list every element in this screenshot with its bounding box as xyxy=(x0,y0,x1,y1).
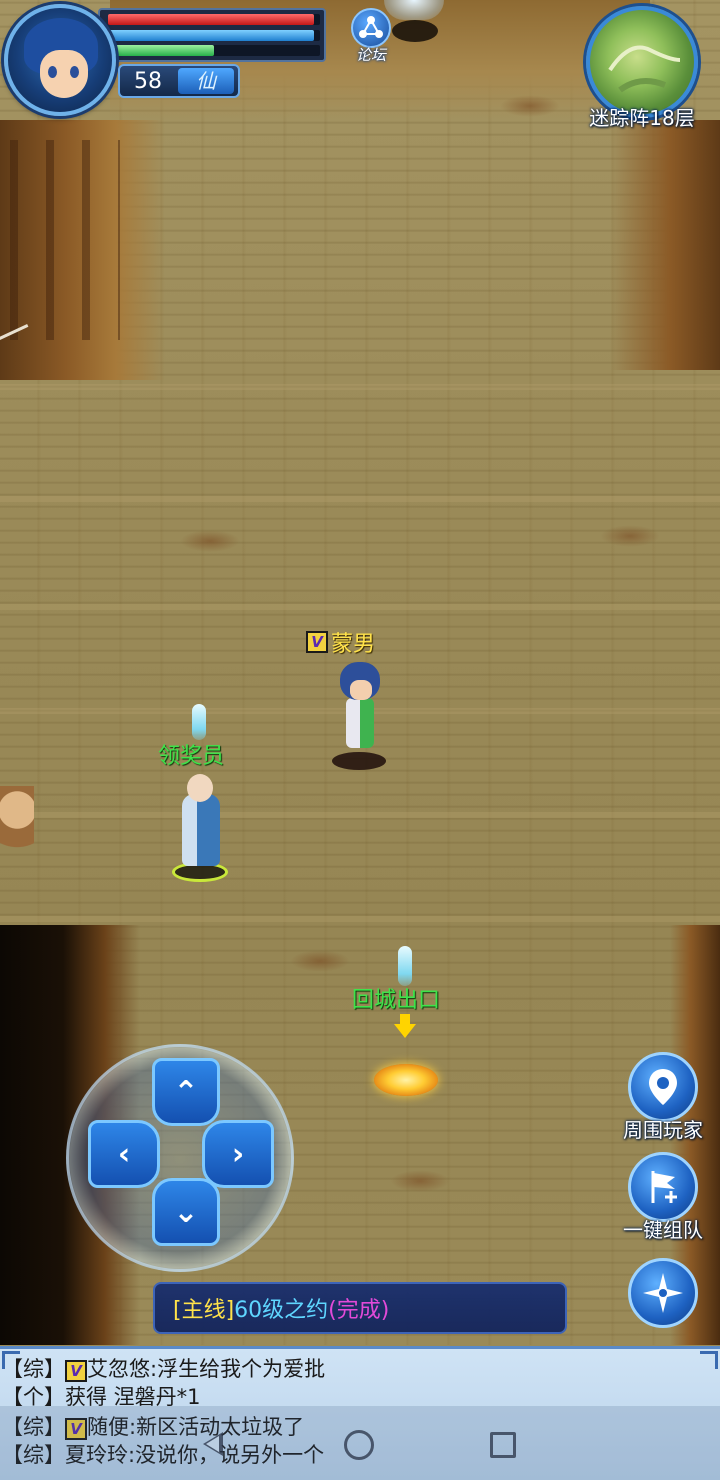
nearby-players-label: 周围玩家 xyxy=(623,1118,703,1142)
quest-status: (完成) xyxy=(328,1298,390,1323)
mp-bar xyxy=(108,30,314,41)
chevron-up-icon: ⌃ xyxy=(173,1074,199,1110)
ground-stripe xyxy=(0,916,720,922)
chat-channel: 【综】 xyxy=(2,1357,65,1381)
flag-plus-icon xyxy=(628,1152,698,1222)
player-avatar[interactable] xyxy=(4,4,116,116)
chat-message: 【综】 V 艾忽悠:浮生给我个为爱批 xyxy=(2,1355,325,1383)
ground-rock xyxy=(180,530,240,552)
dpad-right-button[interactable]: › xyxy=(202,1120,274,1188)
class-badge: 仙 xyxy=(178,68,234,94)
vip-badge-icon: V xyxy=(306,631,328,653)
forum-button[interactable]: 论坛 xyxy=(346,8,396,64)
down-arrow-icon xyxy=(394,1014,416,1038)
compass-star-icon xyxy=(628,1258,698,1328)
npc-head xyxy=(187,774,213,802)
quest-name: 60级之约 xyxy=(234,1298,329,1323)
avatar-eye xyxy=(48,66,57,78)
ground-rock xyxy=(500,95,560,117)
quest-tag: [主线] xyxy=(173,1298,235,1323)
back-icon[interactable] xyxy=(203,1432,223,1456)
ground-rock xyxy=(290,950,350,972)
quest-beam-icon xyxy=(192,704,206,740)
dpad-up-button[interactable]: ⌃ xyxy=(152,1058,220,1126)
player-name: 蒙男 xyxy=(331,632,376,657)
npc-robe xyxy=(182,794,220,866)
quick-team-button[interactable]: 一键组队 xyxy=(611,1152,715,1243)
location-pin-icon xyxy=(628,1052,698,1122)
player-character[interactable] xyxy=(330,662,390,772)
level-display: 58 仙 xyxy=(118,64,240,98)
forum-network-icon xyxy=(351,8,391,48)
ground-stripe xyxy=(0,812,720,818)
offscreen-npc-sprite[interactable] xyxy=(0,786,34,866)
nearby-players-button[interactable]: 周围玩家 xyxy=(611,1052,715,1143)
avatar-eye xyxy=(70,66,79,78)
character-shadow xyxy=(332,752,386,770)
chat-text: 艾忽悠:浮生给我个为爱批 xyxy=(87,1357,326,1381)
home-icon[interactable] xyxy=(344,1430,374,1460)
system-navigation-bar xyxy=(0,1406,720,1480)
dpad-down-button[interactable]: ⌄ xyxy=(152,1178,220,1246)
ground-stripe xyxy=(0,496,720,502)
minimap[interactable] xyxy=(586,6,698,118)
compass-button[interactable] xyxy=(611,1258,715,1328)
dpad-left-button[interactable]: ‹ xyxy=(88,1120,160,1188)
ground-rock xyxy=(600,525,660,547)
chevron-left-icon: ‹ xyxy=(117,1136,131,1172)
npc-name-reward: 领奖员 xyxy=(158,744,225,769)
ground-stripe xyxy=(0,604,720,610)
hp-bar xyxy=(108,14,314,25)
quick-team-label: 一键组队 xyxy=(623,1218,703,1242)
ground-rock xyxy=(390,1170,450,1192)
exit-portal-label: 回城出口 xyxy=(352,988,441,1013)
chat-corner-ornament xyxy=(700,1351,718,1369)
chevron-down-icon: ⌄ xyxy=(173,1194,199,1230)
avatar-face xyxy=(40,50,88,98)
ground-stripe xyxy=(0,384,720,390)
vip-badge-icon: V xyxy=(65,1360,87,1382)
location-name: 迷踪阵18层 xyxy=(589,106,695,130)
recent-apps-icon[interactable] xyxy=(490,1432,516,1458)
quest-tracker[interactable]: [主线] 60级之约 (完成) xyxy=(153,1282,567,1334)
exit-portal[interactable] xyxy=(374,1064,438,1096)
xp-bar xyxy=(108,45,214,56)
level-number: 58 xyxy=(134,68,162,94)
chevron-right-icon: › xyxy=(231,1136,245,1172)
character-body xyxy=(346,698,374,748)
right-cliff-upper xyxy=(610,120,720,370)
character-face xyxy=(350,680,372,700)
forum-label: 论坛 xyxy=(355,46,386,64)
npc-reward-officer[interactable] xyxy=(170,774,230,886)
exit-beam-icon xyxy=(398,946,412,986)
player-nameplate: V 蒙男 xyxy=(306,628,376,657)
status-bars-panel xyxy=(98,8,326,62)
orb-shadow xyxy=(392,20,438,42)
